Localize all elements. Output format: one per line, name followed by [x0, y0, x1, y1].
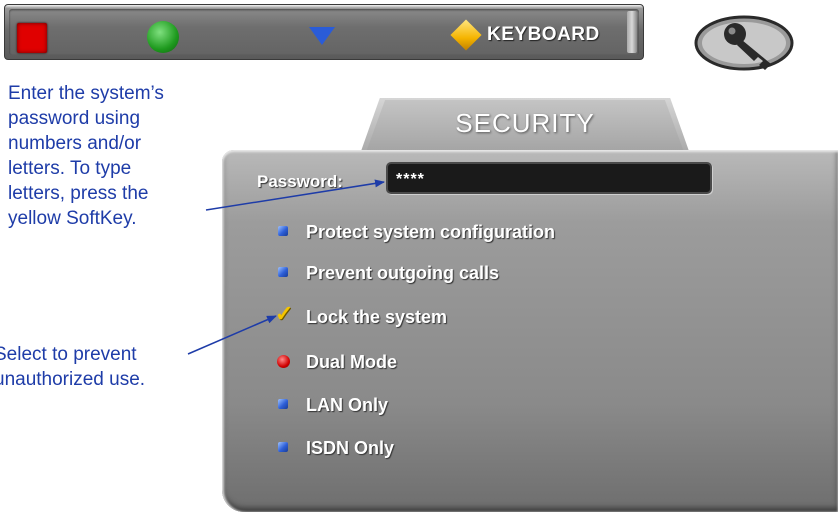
- annotation-line: Select to prevent: [0, 344, 137, 365]
- annotation-line: yellow SoftKey.: [8, 208, 137, 229]
- annotation-line: letters, press the: [8, 183, 149, 204]
- annotation-line: letters. To type: [8, 158, 132, 179]
- lock-annotation: Select to prevent unauthorized use.: [0, 342, 214, 392]
- password-annotation: Enter the system’s password using number…: [8, 81, 218, 231]
- annotation-line: numbers and/or: [8, 133, 142, 154]
- password-label: Password:: [257, 172, 343, 191]
- radio-unselected-icon[interactable]: [278, 399, 288, 409]
- blue-softkey-icon[interactable]: [309, 27, 335, 45]
- annotation-line: password using: [8, 108, 141, 129]
- checkbox-unchecked-icon[interactable]: [278, 226, 288, 236]
- option-label: Dual Mode: [306, 352, 398, 372]
- softkey-bar: KEYBOARD: [4, 4, 644, 60]
- checkbox-unchecked-icon[interactable]: [278, 267, 288, 277]
- option-label: ISDN Only: [306, 438, 395, 458]
- annotation-line: Enter the system’s: [8, 83, 164, 104]
- option-label: Protect system configuration: [306, 222, 556, 242]
- option-label: Lock the system: [306, 307, 448, 327]
- panel-title: SECURITY: [455, 108, 595, 138]
- key-icon: [694, 15, 794, 71]
- green-softkey-icon[interactable]: [147, 21, 179, 53]
- radio-selected-icon[interactable]: [277, 355, 290, 368]
- password-field[interactable]: ****: [386, 162, 712, 194]
- option-label: LAN Only: [306, 395, 389, 415]
- keyboard-softkey-label[interactable]: KEYBOARD: [487, 24, 600, 46]
- red-softkey-icon[interactable]: [17, 23, 47, 53]
- option-label: Prevent outgoing calls: [306, 263, 500, 283]
- checkmark-icon[interactable]: ✓: [275, 301, 293, 327]
- annotation-line: unauthorized use.: [0, 369, 146, 390]
- password-value: ****: [396, 171, 425, 188]
- yellow-softkey-icon[interactable]: [450, 19, 482, 51]
- radio-unselected-icon[interactable]: [278, 442, 288, 452]
- softkey-bar-end-cap: [627, 11, 637, 53]
